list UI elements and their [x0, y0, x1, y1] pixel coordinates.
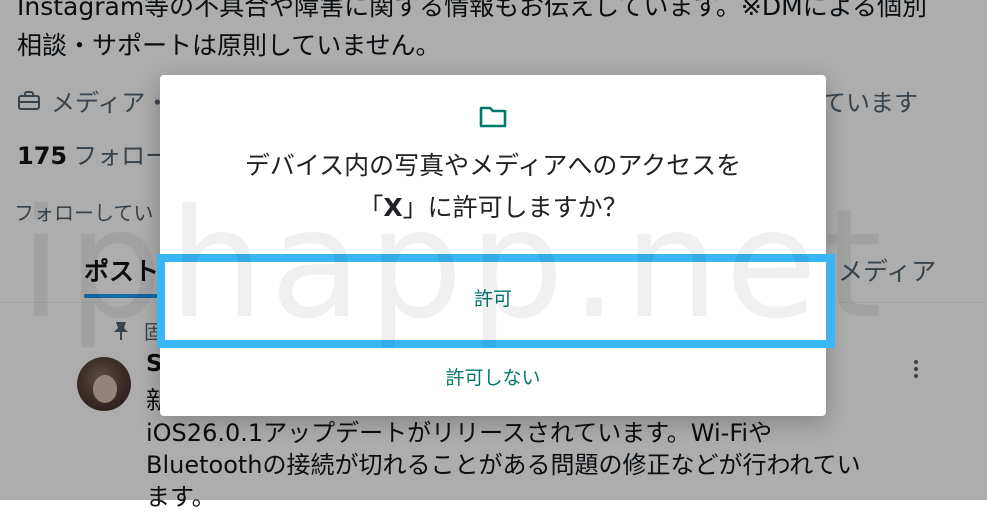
permission-dialog: デバイス内の写真やメディアへのアクセスを 「X」に許可しますか？ 許可 許可しな…	[160, 75, 826, 416]
allow-button[interactable]: 許可	[160, 256, 826, 342]
folder-icon	[479, 106, 507, 128]
dialog-app-name: X	[383, 193, 403, 222]
dialog-title-line-2: 「X」に許可しますか？	[160, 188, 826, 228]
dialog-title-open-quote: 「	[358, 193, 384, 222]
dialog-title-line-2-rest: 」に許可しますか？	[402, 193, 628, 222]
deny-button[interactable]: 許可しない	[160, 360, 826, 396]
dialog-title-line-1: デバイス内の写真やメディアへのアクセスを	[244, 151, 742, 180]
